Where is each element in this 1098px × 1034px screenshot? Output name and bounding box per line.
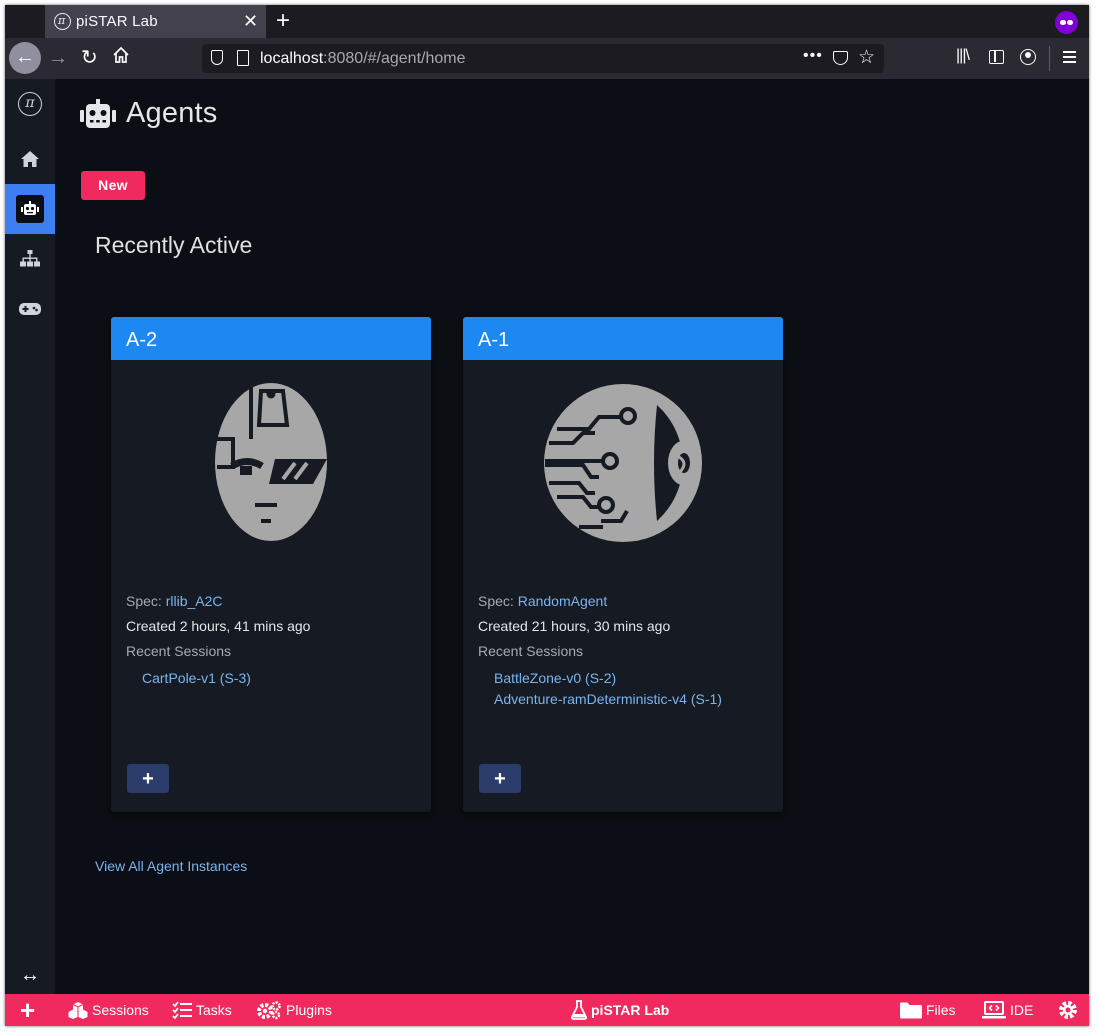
url-text[interactable]: localhost:8080/#/agent/home (260, 50, 466, 68)
pocket-icon[interactable] (833, 51, 848, 65)
agent-created: Created 21 hours, 30 mins ago (478, 618, 671, 634)
page-header: Agents (80, 97, 218, 130)
bottom-brand-label: piSTAR Lab (571, 994, 669, 1026)
agent-card-title[interactable]: A-2 (111, 317, 431, 360)
cubes-icon (68, 1002, 88, 1019)
home-icon (21, 151, 39, 167)
session-link[interactable]: BattleZone-v0 (S-2) (494, 668, 722, 689)
folder-icon (900, 1002, 922, 1018)
sidebar-item-home[interactable] (5, 134, 55, 184)
bottom-tasks-button[interactable]: Tasks (172, 994, 232, 1026)
new-agent-button[interactable]: New (81, 171, 145, 200)
sidebar-item-agents[interactable] (5, 184, 55, 234)
bottom-sessions-button[interactable]: Sessions (68, 994, 149, 1026)
private-browsing-icon (1055, 11, 1078, 34)
agent-add-button[interactable]: + (479, 764, 521, 793)
tab-title: piSTAR Lab (76, 13, 158, 30)
agent-created: Created 2 hours, 41 mins ago (126, 618, 311, 634)
bottom-ide-button[interactable]: IDE (982, 994, 1033, 1026)
recent-sessions-label: Recent Sessions (478, 643, 584, 659)
cogs-icon (257, 1001, 281, 1020)
browser-window: π piSTAR Lab ✕ + ← → ↻ localhost:8080/#/… (5, 5, 1089, 1026)
pistar-logo-icon: π (18, 92, 42, 116)
gear-icon (1059, 1001, 1077, 1019)
hamburger-menu-icon[interactable] (1063, 51, 1076, 63)
recent-sessions-list: CartPole-v1 (S-3) (126, 668, 310, 689)
session-link[interactable]: CartPole-v1 (S-3) (142, 668, 310, 689)
navigation-bar: ← → ↻ localhost:8080/#/agent/home ••• ☆ … (5, 38, 1089, 79)
account-icon[interactable] (1020, 49, 1036, 65)
agent-details: Spec: rllib_A2C Created 2 hours, 41 mins… (126, 591, 310, 689)
page-actions-icon[interactable]: ••• (803, 47, 823, 65)
agent-spec: Spec: RandomAgent (478, 593, 608, 609)
circuit-head-icon (544, 384, 702, 542)
app-sidebar: π ↔ (5, 79, 55, 994)
robot-icon (80, 98, 116, 128)
agent-spec-link[interactable]: rllib_A2C (166, 593, 223, 609)
section-title: Recently Active (95, 232, 253, 258)
agent-card-title[interactable]: A-1 (463, 317, 783, 360)
agent-card: A-1 Spec: RandomAgent Created 21 hours, … (463, 317, 783, 812)
flask-icon (571, 1000, 587, 1020)
sidebar-item-sitemap[interactable] (5, 234, 55, 284)
back-button[interactable]: ← (9, 42, 41, 74)
home-button[interactable] (112, 46, 130, 68)
tab-bar: π piSTAR Lab ✕ + (5, 5, 1089, 38)
agent-add-button[interactable]: + (127, 764, 169, 793)
home-icon (113, 46, 129, 63)
agent-spec: Spec: rllib_A2C (126, 593, 223, 609)
view-all-agents-link[interactable]: View All Agent Instances (95, 858, 247, 874)
bottom-files-button[interactable]: Files (900, 994, 956, 1026)
cyborg-head-icon (215, 383, 337, 541)
agent-details: Spec: RandomAgent Created 21 hours, 30 m… (478, 591, 722, 710)
robot-icon (21, 201, 39, 215)
sidebar-item-games[interactable] (5, 284, 55, 334)
bottom-add-button[interactable]: + (20, 994, 35, 1026)
sitemap-icon (20, 250, 40, 267)
laptop-code-icon (982, 1001, 1006, 1019)
tab-close-icon[interactable]: ✕ (243, 11, 258, 31)
bottom-status-bar: + Sessions Tasks Plugins piSTAR Lab File… (5, 994, 1089, 1026)
agent-spec-link[interactable]: RandomAgent (518, 593, 608, 609)
forward-button[interactable]: → (48, 48, 68, 68)
page-info-icon[interactable] (237, 50, 249, 66)
tracking-protection-icon[interactable] (211, 50, 223, 65)
bookmark-star-icon[interactable]: ☆ (858, 46, 875, 69)
toolbar-divider (1049, 46, 1050, 71)
sidebar-expand-icon[interactable]: ↔ (5, 950, 55, 1000)
url-bar[interactable]: localhost:8080/#/agent/home ••• ☆ (202, 44, 884, 73)
main-content: Agents New Recently Active A-2 Spec: rll… (55, 79, 1089, 994)
gamepad-icon (19, 303, 41, 315)
library-icon[interactable]: |||\ (956, 47, 970, 65)
bottom-plugins-button[interactable]: Plugins (256, 994, 332, 1026)
reload-button[interactable]: ↻ (81, 48, 98, 68)
session-link[interactable]: Adventure-ramDeterministic-v4 (S-1) (494, 689, 722, 710)
sidebar-toggle-icon[interactable] (989, 50, 1004, 64)
pistar-favicon-icon: π (54, 13, 71, 30)
recent-sessions-label: Recent Sessions (126, 643, 232, 659)
tasks-icon (172, 1001, 192, 1019)
recent-sessions-list: BattleZone-v0 (S-2) Adventure-ramDetermi… (478, 668, 722, 710)
new-tab-button[interactable]: + (276, 8, 290, 34)
browser-tab[interactable]: π piSTAR Lab ✕ (45, 5, 266, 38)
agent-card: A-2 Spec: rllib_A2C Created 2 hours, 41 … (111, 317, 431, 812)
bottom-settings-button[interactable] (1058, 994, 1078, 1026)
sidebar-logo[interactable]: π (5, 79, 55, 129)
page-title: Agents (126, 97, 218, 129)
